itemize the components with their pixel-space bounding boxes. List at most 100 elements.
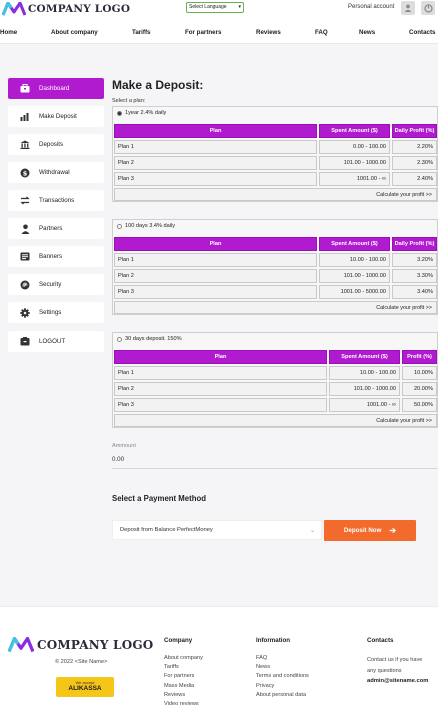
sidebar-item-label: Partners [39,225,63,232]
sidebar-item-label: Transactions [39,197,75,204]
footer-link[interactable]: Mass Media [164,683,194,689]
calculate-profit-link[interactable]: Calculate your profit >> [114,414,437,427]
table-cell: 2.40% [392,172,437,186]
nav-reviews[interactable]: Reviews [256,29,281,36]
contacts-text: Contact us if you have [367,657,423,663]
plan-option[interactable]: 100 days 3.4% daily [117,223,175,229]
table-cell: 3.20% [392,253,437,267]
table-cell: Plan 1 [114,140,317,154]
nav-home[interactable]: Home [0,29,17,36]
nav-for-partners[interactable]: For partners [185,29,221,36]
table-cell: Plan 3 [114,172,317,186]
chevron-down-icon: ▾ [238,4,241,10]
footer-link[interactable]: Video reviews [164,701,199,707]
deposit-now-button[interactable]: Deposit Now ➔ [324,520,416,541]
user-glyph-icon [404,4,412,12]
plan-radio[interactable] [117,223,122,229]
table-cell: 50.00% [402,398,437,412]
table-cell: 0.00 - 100.00 [319,140,390,154]
top-bar: COMPANY LOGO Select Language ▾ Personal … [0,0,438,20]
dashboard-icon [20,84,30,94]
table-header: Profit (%) [402,350,437,364]
plan-radio[interactable] [117,336,122,342]
logo-icon [2,2,26,16]
table-cell: 1001.00 - ∞ [319,172,390,186]
nav-news[interactable]: News [359,29,375,36]
sidebar-item-logout[interactable]: LOGOUT [8,331,104,352]
table-cell: 3.30% [392,269,437,283]
sidebar-item-deposits[interactable]: Deposits [8,134,104,155]
table-cell: 1001.00 - 5000.00 [319,285,390,299]
logout-header-icon[interactable] [421,1,435,15]
footer-link[interactable]: News [256,664,270,670]
plan-name: 30 days deposit. 150% [125,336,182,342]
plan-option[interactable]: 30 days deposit. 150% [117,336,182,342]
contacts-text: any questions [367,668,402,674]
user-icon[interactable] [401,1,415,15]
sidebar-item-partners[interactable]: Partners [8,218,104,239]
plan-box: 100 days 3.4% daily Plan Spent Amount ($… [112,219,438,315]
table-cell: 10.00% [402,366,437,380]
sidebar-item-settings[interactable]: Settings [8,302,104,323]
sidebar-item-banners[interactable]: Banners [8,246,104,267]
footer-link[interactable]: Reviews [164,692,185,698]
amount-input[interactable]: 0.00 [112,456,124,463]
footer-logo[interactable]: COMPANY LOGO [8,637,153,653]
sidebar-item-withdrawal[interactable]: $ Withdrawal [8,162,104,183]
arrow-right-icon: ➔ [389,526,397,535]
plan-box: 1year 2.4% daily Plan Spent Amount ($) D… [112,106,438,202]
footer-company-title: Company [164,637,193,644]
nav-tariffs[interactable]: Tariffs [132,29,150,36]
footer-link[interactable]: About company [164,655,203,661]
table-cell: Plan 1 [114,366,327,380]
plan-name: 1year 2.4% daily [125,110,167,116]
table-header: Daily Profit (%) [392,237,437,251]
table-cell: 10.00 - 100.00 [329,366,400,380]
language-select[interactable]: Select Language ▾ [186,2,244,13]
sidebar-item-make-deposit[interactable]: Make Deposit [8,106,104,127]
sidebar-item-dashboard[interactable]: Dashboard [8,78,104,99]
table-cell: 101.00 - 1000.00 [319,269,390,283]
calculate-profit-link[interactable]: Calculate your profit >> [114,188,437,201]
footer-contacts-title: Contacts [367,637,394,644]
power-icon [423,3,433,13]
table-cell: 10.00 - 100.00 [319,253,390,267]
table-header: Plan [114,350,327,364]
footer-info-title: Information [256,637,291,644]
contact-email-link[interactable]: admin@sitename.com [367,678,428,684]
table-header: Spent Amount ($) [319,237,390,251]
chevron-down-icon: ⌄ [309,527,315,534]
footer-link[interactable]: For partners [164,673,194,679]
nav-contacts[interactable]: Contacts [409,29,435,36]
nav-faq[interactable]: FAQ [315,29,328,36]
amount-label: Ammount [112,443,136,449]
plan-option[interactable]: 1year 2.4% daily [117,110,166,116]
footer: COMPANY LOGO © 2022 <Site Name> We accep… [0,606,438,707]
footer-link[interactable]: About personal data [256,692,306,698]
sidebar-item-security[interactable]: Security [8,274,104,295]
select-plan-label: Select a plan: [112,98,146,104]
footer-link[interactable]: Terms and conditions [256,673,309,679]
personal-account-label[interactable]: Personal account [348,4,394,10]
sidebar-item-transactions[interactable]: Transactions [8,190,104,211]
sidebar-item-label: Settings [39,309,62,316]
footer-link[interactable]: Privacy [256,683,274,689]
table-cell: 101.00 - 1000.00 [319,156,390,170]
logout-icon [20,337,30,347]
payment-method-select[interactable]: Deposit from Balance PerfectMoney ⌄ [112,520,322,540]
transfer-icon [20,196,30,206]
footer-link[interactable]: Tariffs [164,664,179,670]
table-cell: Plan 3 [114,398,327,412]
plan-name: 100 days 3.4% daily [125,223,176,229]
table-cell: Plan 2 [114,382,327,396]
plan-radio[interactable] [117,110,122,116]
calculate-profit-link[interactable]: Calculate your profit >> [114,301,437,314]
alikassa-badge: We accept ALIKASSA [56,677,114,697]
payment-method-title: Select a Payment Method [112,494,207,503]
badge-name: ALIKASSA [68,685,102,692]
footer-link[interactable]: FAQ [256,655,267,661]
header-logo[interactable]: COMPANY LOGO [2,2,130,16]
dollar-icon: $ [20,168,30,178]
table-header: Plan [114,124,317,138]
nav-about-company[interactable]: About company [51,29,98,36]
